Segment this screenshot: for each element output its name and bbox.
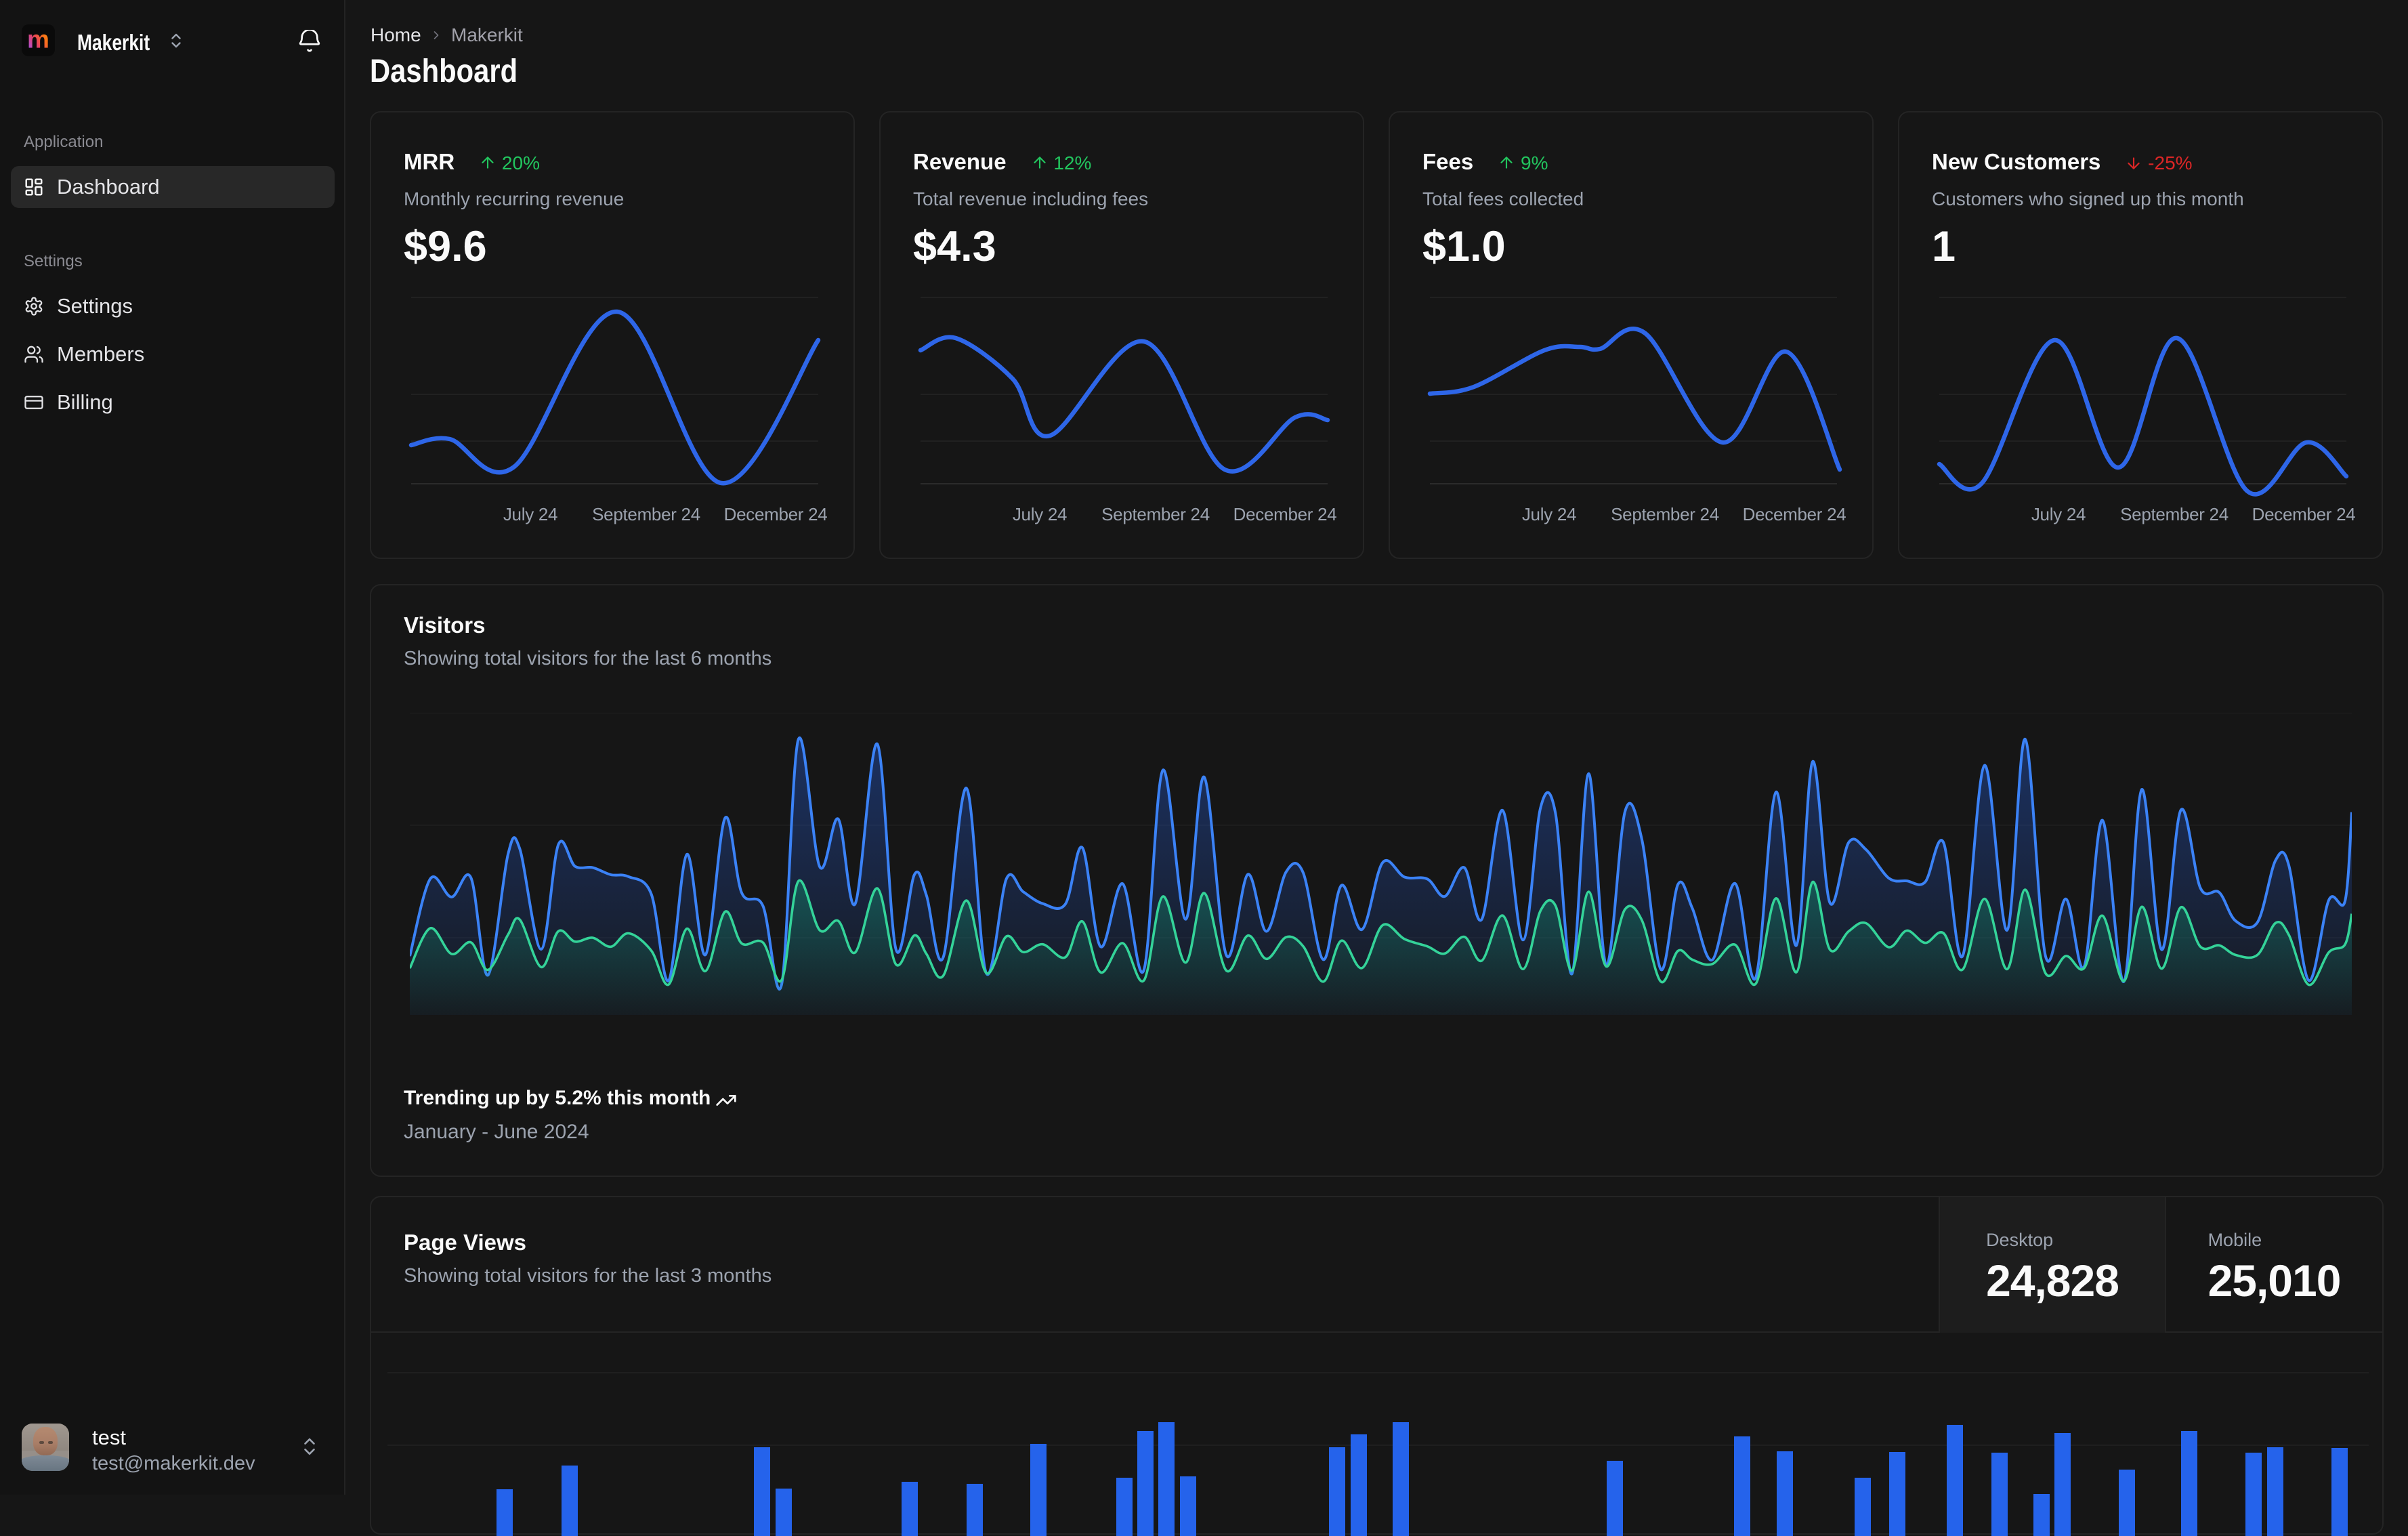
svg-text:m: m — [27, 26, 49, 54]
